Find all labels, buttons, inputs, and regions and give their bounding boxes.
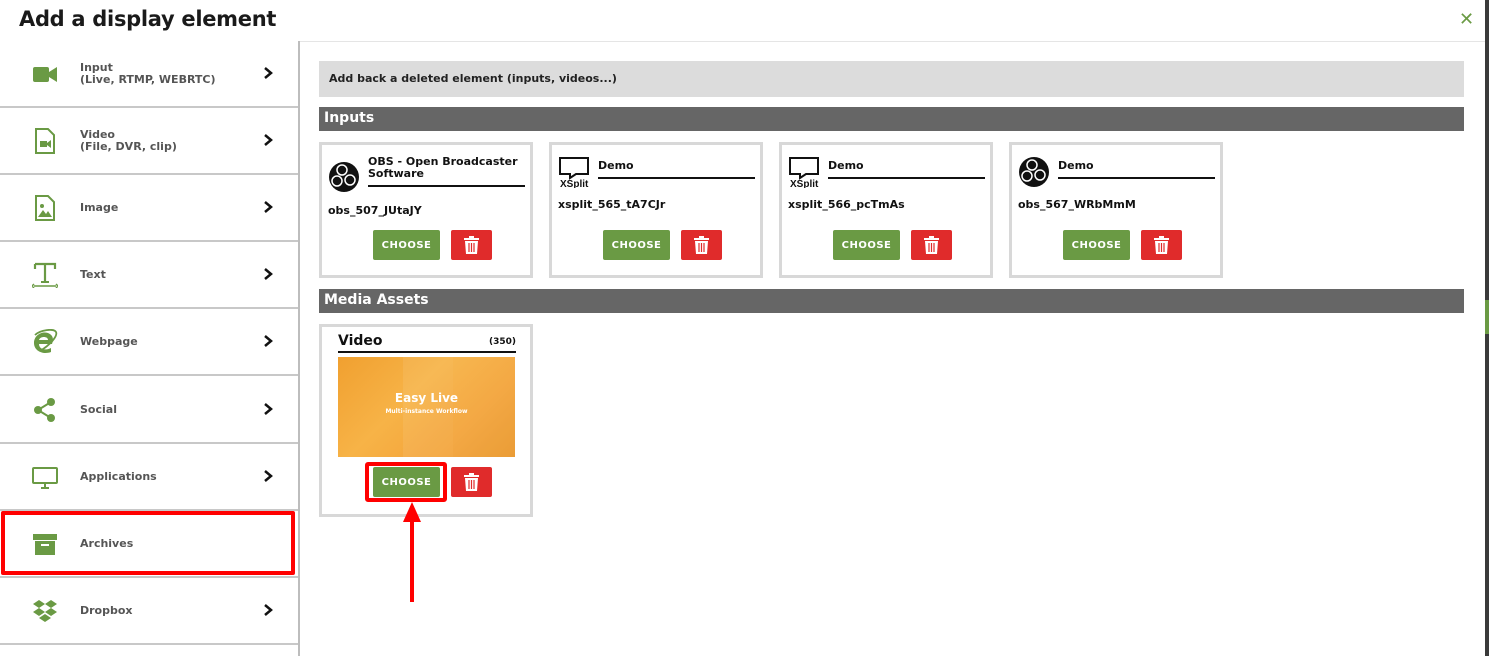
xsplit-logo-icon: XSplit [789,157,819,188]
choose-highlight-box [365,462,447,502]
sidebar-item-label: Image [80,200,119,214]
add-display-element-modal: Add a display element ✕ Input (Live, RTM… [0,0,1485,656]
delete-button[interactable] [451,467,492,497]
monitor-icon [32,467,58,489]
thumbnail-subtitle: Multi-instance Workflow [385,408,468,415]
thumbnail-title: Easy Live [394,391,459,405]
svg-text:XSplit: XSplit [790,179,819,188]
input-card: Demo obs_567_WRbMmM CHOOSE [1009,142,1223,278]
media-card-count: (350) [488,337,516,347]
chevron-right-icon [264,335,273,347]
input-card-name: xsplit_566_pcTmAs [788,198,905,211]
input-card-title: Demo [598,160,755,179]
sidebar-item-social[interactable]: Social [0,377,298,444]
close-icon[interactable]: ✕ [1459,10,1474,30]
chevron-right-icon [264,134,273,146]
main-content: Add back a deleted element (inputs, vide… [300,41,1485,656]
text-icon [32,262,58,288]
sidebar-item-label: Text [80,267,106,281]
share-icon [34,398,55,422]
sidebar-item-sublabel: (Live, RTMP, WEBRTC) [80,72,216,86]
trash-icon [464,236,479,254]
sidebar-item-webpage[interactable]: Webpage [0,309,298,376]
media-assets-section-header: Media Assets [319,289,1464,313]
delete-button[interactable] [681,230,722,260]
choose-button[interactable]: CHOOSE [373,230,440,260]
trash-icon [1154,236,1169,254]
section-title: Media Assets [324,292,429,308]
archives-highlight-box [1,511,295,575]
delete-button[interactable] [451,230,492,260]
sidebar-item-text[interactable]: Text [0,242,298,309]
svg-text:XSplit: XSplit [560,179,589,188]
trash-icon [464,473,479,491]
section-title: Inputs [324,110,375,126]
red-arrow-annotation [403,502,421,602]
input-card: XSplit Demo xsplit_566_pcTmAs CHOOSE [779,142,993,278]
media-card-title: Video [338,333,383,349]
chevron-right-icon [264,268,273,280]
restore-deleted-label: Add back a deleted element (inputs, vide… [329,72,617,85]
sidebar-item-image[interactable]: Image [0,175,298,242]
video-file-icon [35,128,55,154]
internet-explorer-icon [34,329,58,353]
input-card-name: obs_507_JUtaJY [328,204,422,217]
input-card-name: xsplit_565_tA7CJr [558,198,666,211]
chevron-right-icon [264,403,273,415]
sidebar-item-sublabel: (File, DVR, clip) [80,139,177,153]
choose-button[interactable]: CHOOSE [833,230,900,260]
sidebar-item-label: Dropbox [80,603,133,617]
choose-button[interactable]: CHOOSE [1063,230,1130,260]
chevron-right-icon [264,201,273,213]
trash-icon [694,236,709,254]
chevron-right-icon [264,67,273,79]
delete-button[interactable] [1141,230,1182,260]
delete-button[interactable] [911,230,952,260]
trash-icon [924,236,939,254]
sidebar-item-label: Social [80,402,117,416]
input-card: XSplit Demo xsplit_565_tA7CJr CHOOSE [549,142,763,278]
sidebar-item-label: Video [80,127,115,141]
obs-logo-icon [1019,157,1049,187]
video-camera-icon [33,67,57,82]
restore-deleted-bar[interactable]: Add back a deleted element (inputs, vide… [319,61,1464,97]
sidebar-item-input[interactable]: Input (Live, RTMP, WEBRTC) [0,41,298,108]
video-thumbnail[interactable]: Easy Live Multi-instance Workflow [338,357,515,457]
sidebar-item-video[interactable]: Video (File, DVR, clip) [0,108,298,175]
sidebar-item-label: Webpage [80,334,138,348]
chevron-right-icon [264,470,273,482]
input-card: OBS - Open Broadcaster Software obs_507_… [319,142,533,278]
chevron-right-icon [264,604,273,616]
background-edge-accent [1485,300,1489,334]
modal-title: Add a display element [19,7,277,31]
input-card-title: Demo [1058,160,1215,179]
input-card-title: OBS - Open Broadcaster Software [368,156,525,187]
sidebar-item-applications[interactable]: Applications [0,444,298,511]
modal-header: Add a display element ✕ [0,0,1485,42]
dropbox-icon [33,600,57,622]
sidebar-item-label: Input [80,60,113,74]
input-card-title: Demo [828,160,985,179]
input-card-name: obs_567_WRbMmM [1018,198,1136,211]
choose-button[interactable]: CHOOSE [603,230,670,260]
image-file-icon [35,195,55,221]
inputs-section-header: Inputs [319,107,1464,131]
sidebar-item-label: Applications [80,469,157,483]
sidebar-item-dropbox[interactable]: Dropbox [0,578,298,645]
xsplit-logo-icon: XSplit [559,157,589,188]
obs-logo-icon [329,162,359,192]
